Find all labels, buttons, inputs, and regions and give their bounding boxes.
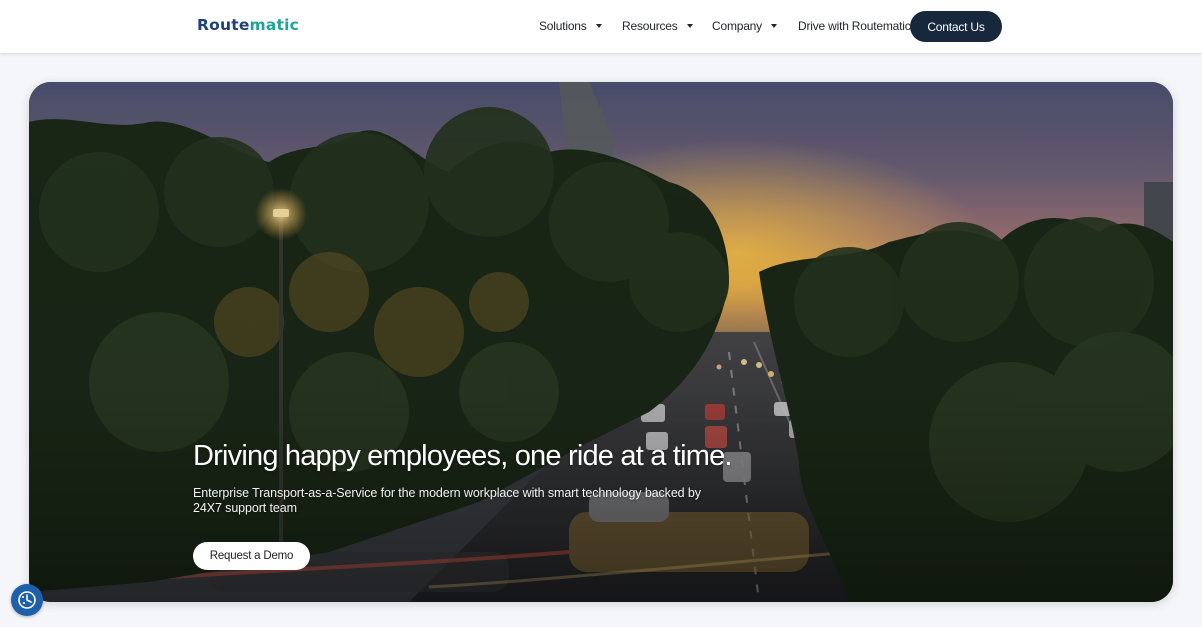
logo-text-accent: matic <box>249 16 300 34</box>
nav-solutions[interactable]: Solutions <box>539 19 602 33</box>
contact-us-button[interactable]: Contact Us <box>910 11 1002 42</box>
chevron-down-icon <box>770 24 777 28</box>
nav-solutions-label: Solutions <box>539 19 587 33</box>
nav-drive-with-routematic[interactable]: Drive with Routematic <box>798 19 911 33</box>
top-navbar: Routematic Solutions Resources Company D… <box>0 0 1202 53</box>
nav-company-label: Company <box>712 19 762 33</box>
hero-background-image <box>29 82 1173 602</box>
cookie-consent-button[interactable] <box>11 584 43 616</box>
nav-company[interactable]: Company <box>712 19 777 33</box>
hero-subtitle: Enterprise Transport-as-a-Service for th… <box>193 486 701 515</box>
chevron-down-icon <box>595 24 602 28</box>
nav-resources[interactable]: Resources <box>622 19 693 33</box>
hero-banner: Driving happy employees, one ride at a t… <box>29 82 1173 602</box>
request-demo-button[interactable]: Request a Demo <box>193 542 310 570</box>
routematic-logo[interactable]: Routematic <box>197 16 299 34</box>
nav-resources-label: Resources <box>622 19 678 33</box>
logo-text-primary: Route <box>197 16 250 34</box>
hero-title: Driving happy employees, one ride at a t… <box>193 440 732 472</box>
cookie-consent-icon <box>18 591 36 609</box>
nav-drive-label: Drive with Routematic <box>798 19 911 33</box>
chevron-down-icon <box>686 24 693 28</box>
